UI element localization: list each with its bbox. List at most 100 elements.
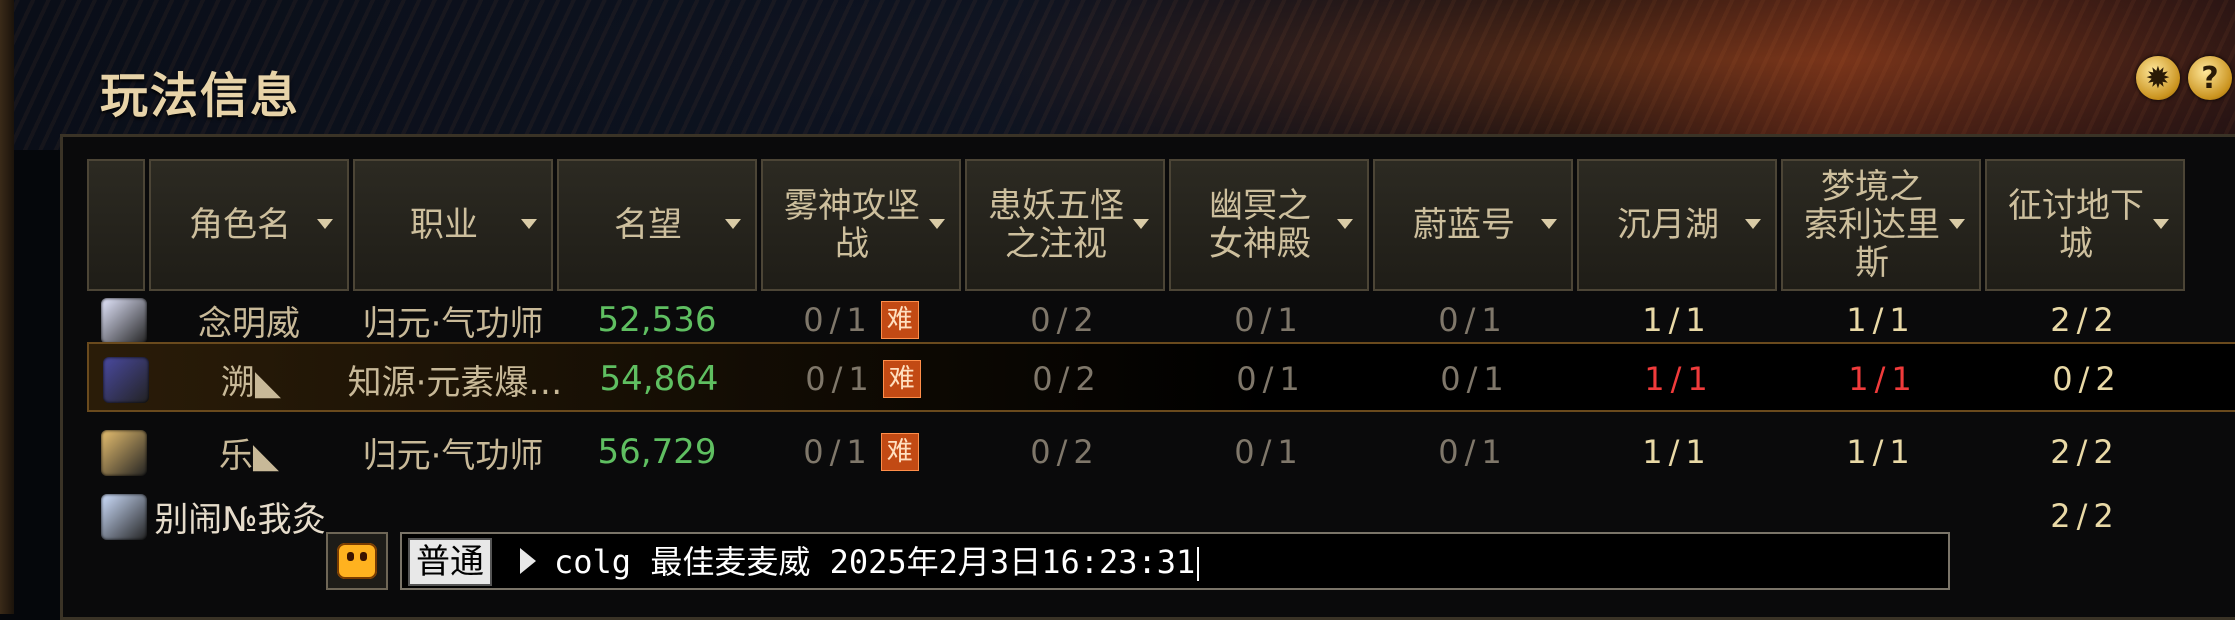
column-header-label: 患妖五怪 之注视 (988, 186, 1124, 264)
cell-value: 0/1 (803, 301, 873, 339)
sort-arrow-icon (2153, 219, 2169, 229)
column-header-d4[interactable]: 蔚蓝号 (1373, 159, 1573, 291)
sort-arrow-icon (317, 219, 333, 229)
cell-value: 0/1 (1438, 433, 1508, 471)
cell-value: 0/1 (1236, 360, 1306, 398)
table-row[interactable]: 溯◣ 知源·元素爆… 54,864 0/1 难 0/2 0/1 0/1 1/1 1/1 0/2 (87, 342, 2235, 412)
cell-value: 1/1 (1642, 301, 1712, 339)
character-avatar (103, 357, 149, 403)
window-left-border (0, 0, 14, 614)
column-header-d6[interactable]: 梦境之 索利达里 斯 (1781, 159, 1981, 291)
cell-d4: 0/1 (1373, 417, 1573, 487)
cell-value: 0/2 (2052, 360, 2122, 398)
cell-d6: 1/1 (1783, 344, 1983, 414)
sort-arrow-icon (1949, 219, 1965, 229)
text-caret (1197, 547, 1200, 581)
cell-value: 0/2 (1032, 360, 1102, 398)
column-header-label: 梦境之 索利达里 斯 (1804, 167, 1940, 283)
cell-d7: 2/2 (1985, 417, 2185, 487)
hard-mode-badge: 难 (880, 433, 919, 471)
cell-value: 1/1 (1846, 301, 1916, 339)
column-header-label: 征讨地下 城 (2008, 186, 2144, 264)
cell-fame: 56,729 (557, 417, 757, 487)
column-header-d2[interactable]: 患妖五怪 之注视 (965, 159, 1165, 291)
cell-d5: 1/1 (1579, 344, 1779, 414)
cell-value: 0/1 (1438, 301, 1508, 339)
sort-arrow-icon (521, 219, 537, 229)
emoji-icon (337, 543, 377, 579)
emoji-button[interactable] (326, 532, 388, 590)
cell-value: 念明威 (198, 303, 300, 344)
channel-arrow-icon (520, 548, 536, 574)
cell-value: 0/1 (803, 433, 873, 471)
column-header-d5[interactable]: 沉月湖 (1577, 159, 1777, 291)
cell-value: 0/1 (1234, 433, 1304, 471)
cell-value: 0/1 (1440, 360, 1510, 398)
column-header-label: 职业 (410, 205, 478, 245)
sort-arrow-icon (1133, 219, 1149, 229)
cell-fame: 54,864 (559, 344, 759, 414)
column-header-label: 角色名 (189, 205, 291, 245)
column-header-name[interactable]: 角色名 (149, 159, 349, 291)
column-header-icon (87, 159, 145, 291)
cell-d4: 0/1 (1375, 344, 1575, 414)
column-header-label: 蔚蓝号 (1413, 205, 1515, 245)
table-header: 角色名 职业 名望 雾神攻坚 战患妖五怪 之注视 幽冥之 女神殿 蔚蓝号 沉月湖 梦境之 索利… (87, 159, 2189, 295)
chat-channel-selector[interactable]: 普通 (408, 538, 492, 586)
cell-d2: 0/2 (965, 417, 1165, 487)
cell-value: 别闹№我灸 (154, 499, 326, 540)
chat-input[interactable]: 普通 colg 最佳麦麦威 2025年2月3日16:23:31 (400, 532, 1950, 590)
cell-value: 0/2 (1030, 433, 1100, 471)
sort-arrow-icon (1541, 219, 1557, 229)
sort-arrow-icon (929, 219, 945, 229)
cell-name: 别闹№我灸 (135, 481, 345, 551)
column-header-label: 幽冥之 女神殿 (1209, 186, 1311, 264)
cell-value: 乐◣ (218, 435, 280, 476)
cell-d2: 0/2 (967, 344, 1167, 414)
cell-value: 知源·元素爆… (347, 362, 563, 403)
window-title: 玩法信息 (100, 68, 301, 124)
cell-value: 54,864 (599, 359, 719, 399)
cell-d1: 0/1 难 (761, 417, 961, 487)
cell-value: 0/1 (805, 360, 875, 398)
cell-d6: 1/1 (1781, 417, 1981, 487)
cell-d3: 0/1 (1171, 344, 1371, 414)
hard-mode-badge: 难 (880, 301, 919, 339)
sort-arrow-icon (1337, 219, 1353, 229)
cell-d3: 0/1 (1169, 417, 1369, 487)
cell-value: 1/1 (1848, 360, 1918, 398)
cell-value: 56,729 (597, 432, 717, 472)
gear-icon[interactable]: ✹ (2136, 56, 2180, 100)
chat-input-text[interactable]: colg 最佳麦麦威 2025年2月3日16:23:31 (554, 540, 1200, 584)
cell-value: 0/2 (1030, 301, 1100, 339)
character-avatar (101, 298, 147, 344)
cell-value: 2/2 (2050, 433, 2120, 471)
column-header-job[interactable]: 职业 (353, 159, 553, 291)
cell-value: 溯◣ (220, 362, 282, 403)
cell-name: 乐◣ (149, 417, 349, 487)
table-row[interactable]: 乐◣ 归元·气功师 56,729 0/1 难 0/2 0/1 0/1 1/1 1/1 2/2 (87, 417, 2235, 487)
sort-arrow-icon (725, 219, 741, 229)
cell-job: 知源·元素爆… (348, 344, 563, 414)
cell-value: 1/1 (1644, 360, 1714, 398)
cell-name: 溯◣ (151, 344, 351, 414)
help-icon[interactable]: ? (2188, 56, 2232, 100)
column-header-d3[interactable]: 幽冥之 女神殿 (1169, 159, 1369, 291)
column-header-d1[interactable]: 雾神攻坚 战 (761, 159, 961, 291)
cell-d1: 0/1 难 (763, 344, 963, 414)
cell-value: 2/2 (2050, 301, 2120, 339)
column-header-fame[interactable]: 名望 (557, 159, 757, 291)
cell-value: 1/1 (1846, 433, 1916, 471)
cell-d5: 1/1 (1577, 417, 1777, 487)
column-header-label: 沉月湖 (1617, 205, 1719, 245)
column-header-label: 名望 (614, 205, 682, 245)
cell-value: 归元·气功师 (362, 303, 544, 344)
cell-value: 归元·气功师 (362, 435, 544, 476)
cell-value: 2/2 (2050, 497, 2120, 535)
cell-value: 0/1 (1234, 301, 1304, 339)
cell-d7: 0/2 (1987, 344, 2187, 414)
hard-mode-badge: 难 (882, 360, 921, 398)
column-header-d7[interactable]: 征讨地下 城 (1985, 159, 2185, 291)
cell-d7: 2/2 (1985, 481, 2185, 551)
cell-value: 1/1 (1642, 433, 1712, 471)
